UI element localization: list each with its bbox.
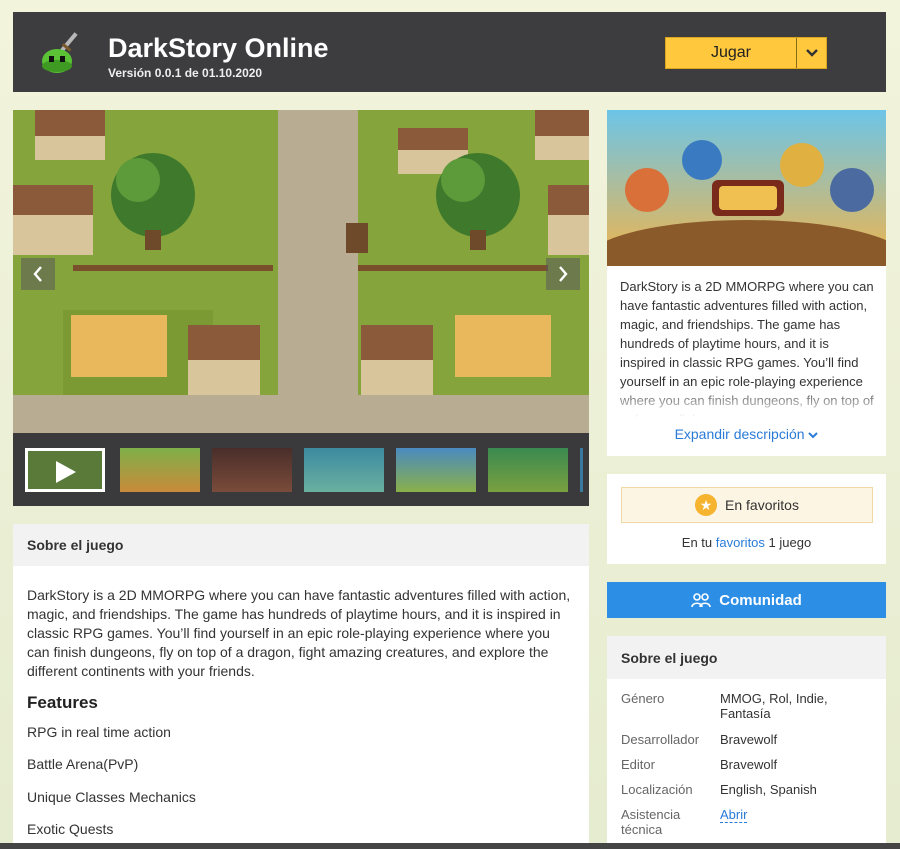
chevron-down-icon — [805, 49, 818, 57]
game-version: Versión 0.0.1 de 01.10.2020 — [108, 66, 263, 80]
game-logo-icon — [37, 28, 87, 78]
favorites-button[interactable]: ★ En favoritos — [621, 487, 873, 523]
info-value-developer: Bravewolf — [720, 732, 778, 747]
expand-description-link[interactable]: Expandir descripción — [607, 426, 886, 442]
info-label-localization: Localización — [621, 782, 693, 797]
play-icon — [56, 461, 76, 483]
info-label-developer: Desarrollador — [621, 732, 700, 747]
chevron-down-icon — [808, 432, 819, 439]
description-panel: DarkStory is a 2D MMORPG where you can h… — [607, 266, 886, 456]
thumbnail-image[interactable] — [212, 448, 292, 492]
info-label-support: Asistencia técnica — [621, 807, 681, 837]
about-description: DarkStory is a 2D MMORPG where you can h… — [27, 587, 571, 679]
chevron-right-icon — [559, 266, 568, 282]
thumbnail-video[interactable] — [25, 448, 105, 492]
feature-item: Unique Classes Mechanics — [27, 789, 196, 805]
play-button-label: Jugar — [710, 44, 752, 61]
thumbnail-image[interactable] — [488, 448, 568, 492]
community-label: Comunidad — [719, 591, 802, 609]
game-header: DarkStory Online Versión 0.0.1 de 01.10.… — [13, 12, 886, 92]
favorites-link[interactable]: favoritos — [716, 535, 765, 550]
thumbnail-image[interactable] — [304, 448, 384, 492]
gallery-prev-button[interactable] — [21, 258, 55, 290]
favorites-note: En tu favoritos 1 juego — [681, 535, 812, 550]
game-info-panel: Sobre el juego Género MMOG, Rol, Indie, … — [607, 636, 886, 849]
info-value-publisher: Bravewolf — [720, 757, 778, 772]
info-heading: Sobre el juego — [607, 636, 886, 679]
info-label-publisher: Editor — [621, 757, 655, 772]
info-label-genre: Género — [621, 691, 665, 706]
media-gallery — [13, 110, 589, 506]
thumbnail-image[interactable] — [580, 448, 583, 492]
thumbnail-strip — [25, 448, 583, 492]
bottom-bar — [0, 843, 900, 849]
game-title: DarkStory Online — [108, 33, 329, 63]
favorites-panel: ★ En favoritos En tu favoritos 1 juego — [607, 474, 886, 564]
feature-item: Exotic Quests — [27, 821, 114, 837]
gallery-next-button[interactable] — [546, 258, 580, 290]
expand-description-label: Expandir descripción — [674, 426, 805, 442]
feature-item: Battle Arena(PvP) — [27, 756, 139, 772]
favorites-button-label: En favoritos — [725, 497, 799, 513]
thumbnail-image[interactable] — [120, 448, 200, 492]
feature-item: RPG in real time action — [27, 724, 171, 740]
star-icon: ★ — [695, 494, 718, 516]
play-options-dropdown[interactable] — [797, 38, 826, 68]
chevron-left-icon — [33, 266, 42, 282]
play-button[interactable]: Jugar — [665, 37, 827, 69]
game-screenshot[interactable] — [13, 110, 589, 433]
support-open-link[interactable]: Abrir — [720, 807, 748, 823]
community-button[interactable]: Comunidad — [607, 582, 886, 618]
info-value-localization: English, Spanish — [720, 782, 817, 797]
features-title: Features — [27, 693, 98, 712]
users-icon — [691, 593, 712, 608]
about-game-panel: Sobre el juego DarkStory is a 2D MMORPG … — [13, 524, 589, 849]
about-heading: Sobre el juego — [13, 524, 589, 566]
info-value-genre: MMOG, Rol, Indie, Fantasía — [720, 691, 828, 721]
thumbnail-image[interactable] — [396, 448, 476, 492]
cover-art — [607, 110, 886, 266]
